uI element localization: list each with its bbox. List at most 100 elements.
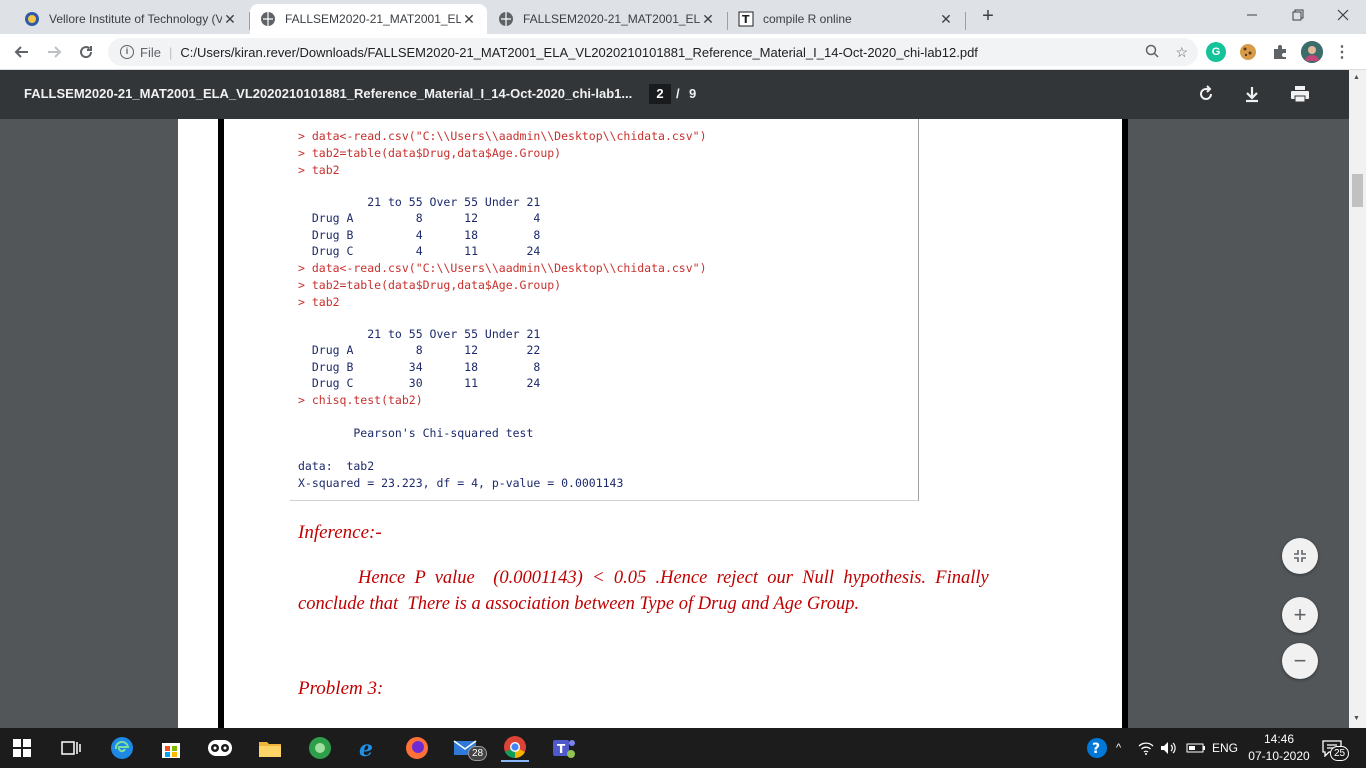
scroll-down-icon[interactable]: ▼ xyxy=(1353,715,1360,722)
console-line: Drug C 4 11 24 xyxy=(298,244,541,258)
console-line: X-squared = 23.223, df = 4, p-value = 0.… xyxy=(298,476,624,490)
close-icon xyxy=(1337,9,1349,21)
fit-page-button[interactable] xyxy=(1282,538,1318,574)
restore-icon xyxy=(1292,9,1304,21)
puzzle-icon[interactable] xyxy=(1270,42,1290,62)
back-arrow-icon xyxy=(14,46,28,58)
close-tab-icon[interactable]: ✕ xyxy=(938,11,954,28)
info-icon[interactable]: i xyxy=(120,45,134,59)
svg-text:e: e xyxy=(359,736,373,760)
problem-heading: Problem 3: xyxy=(298,678,384,699)
rotate-icon[interactable] xyxy=(1196,84,1216,104)
console-line: Drug B 4 18 8 xyxy=(298,228,541,242)
tab-pdf-2[interactable]: FALLSEM2020-21_MAT2001_ELA_ ✕ xyxy=(488,4,726,34)
tab-title: FALLSEM2020-21_MAT2001_ELA_ xyxy=(523,12,700,26)
windows-logo-icon xyxy=(13,739,31,757)
battery-icon[interactable] xyxy=(1186,728,1206,768)
inference-heading: Inference:- xyxy=(298,522,382,543)
store-icon[interactable] xyxy=(157,734,185,762)
tab-vit[interactable]: Vellore Institute of Technology (V ✕ xyxy=(14,4,248,34)
grammarly-icon[interactable]: G xyxy=(1206,42,1226,62)
task-view-button[interactable] xyxy=(57,734,85,762)
volume-icon[interactable] xyxy=(1160,728,1178,768)
forward-button[interactable] xyxy=(42,40,66,64)
page-number-input[interactable]: 2 xyxy=(649,84,671,104)
zoom-icon[interactable] xyxy=(1145,44,1159,61)
menu-dots-icon[interactable]: ⋮ xyxy=(1332,42,1352,62)
notifications-badge: 25 xyxy=(1330,746,1350,761)
url-text[interactable]: C:/Users/kiran.rever/Downloads/FALLSEM20… xyxy=(180,45,978,60)
tab-strip: Vellore Institute of Technology (V ✕ FAL… xyxy=(0,0,1366,34)
page-border-right xyxy=(1122,119,1128,728)
console-line: > tab2 xyxy=(298,163,340,177)
page-scrollbar[interactable]: ▲ ▼ xyxy=(1349,70,1366,728)
cookie-icon[interactable] xyxy=(1238,42,1258,62)
reload-button[interactable] xyxy=(74,40,98,64)
language-indicator[interactable]: ENG xyxy=(1212,728,1238,768)
bookmark-star-icon[interactable]: ☆ xyxy=(1175,44,1188,61)
svg-text:T: T xyxy=(557,742,566,756)
task-view-icon xyxy=(61,741,81,755)
close-tab-icon[interactable]: ✕ xyxy=(461,11,477,28)
t-icon: T xyxy=(738,11,754,27)
address-divider: | xyxy=(168,44,173,60)
tab-divider xyxy=(965,12,966,30)
console-line: > data<-read.csv("C:\\Users\\aadmin\\Des… xyxy=(298,129,707,143)
globe-icon xyxy=(498,11,514,27)
tripadvisor-icon[interactable] xyxy=(206,734,234,762)
firefox-icon[interactable] xyxy=(403,734,431,762)
address-bar[interactable]: i File | C:/Users/kiran.rever/Downloads/… xyxy=(108,38,1198,66)
restore-button[interactable] xyxy=(1275,0,1321,30)
download-icon[interactable] xyxy=(1242,84,1262,104)
console-line: Pearson's Chi-squared test xyxy=(298,426,534,440)
file-explorer-icon[interactable] xyxy=(256,734,284,762)
svg-text:?: ? xyxy=(1092,741,1100,757)
tab-pdf-active[interactable]: FALLSEM2020-21_MAT2001_ELA_ ✕ xyxy=(250,4,487,34)
close-tab-icon[interactable]: ✕ xyxy=(222,11,238,28)
notifications-icon[interactable]: 25 xyxy=(1322,728,1350,768)
pdf-title: FALLSEM2020-21_MAT2001_ELA_VL20202101018… xyxy=(24,86,633,101)
edge-icon[interactable] xyxy=(108,734,136,762)
help-icon[interactable]: ? xyxy=(1086,728,1108,768)
pdf-viewer-toolbar: FALLSEM2020-21_MAT2001_ELA_VL20202101018… xyxy=(0,70,1366,119)
wifi-icon[interactable] xyxy=(1138,728,1154,768)
teams-icon[interactable]: T xyxy=(550,734,578,762)
app-green-icon[interactable] xyxy=(306,734,334,762)
mail-badge: 28 xyxy=(468,746,488,761)
svg-text:T: T xyxy=(742,13,750,26)
page-total: 9 xyxy=(689,86,697,101)
console-line: > tab2=table(data$Drug,data$Age.Group) xyxy=(298,146,562,160)
back-button[interactable] xyxy=(10,40,34,64)
pdf-document-area[interactable]: > data<-read.csv("C:\\Users\\aadmin\\Des… xyxy=(0,119,1366,728)
browser-toolbar: i File | C:/Users/kiran.rever/Downloads/… xyxy=(0,34,1366,70)
new-tab-button[interactable]: + xyxy=(978,6,998,26)
globe-icon xyxy=(260,11,276,27)
page-separator: / xyxy=(676,86,680,101)
scrollbar-thumb[interactable] xyxy=(1352,174,1363,207)
scheme-label: File xyxy=(140,44,161,60)
console-line: Drug A 8 12 4 xyxy=(298,211,541,225)
scroll-up-icon[interactable]: ▲ xyxy=(1353,74,1360,81)
clock-time: 14:46 xyxy=(1263,732,1295,746)
fit-page-icon xyxy=(1294,550,1306,562)
internet-explorer-icon[interactable]: e xyxy=(355,734,383,762)
tab-compile-r[interactable]: T compile R online ✕ xyxy=(728,4,964,34)
clock-date: 07-10-2020 xyxy=(1248,749,1310,763)
close-window-button[interactable] xyxy=(1320,0,1366,30)
zoom-out-button[interactable]: − xyxy=(1282,643,1318,679)
minimize-button[interactable] xyxy=(1229,0,1275,30)
console-line: 21 to 55 Over 55 Under 21 xyxy=(298,195,541,209)
close-tab-icon[interactable]: ✕ xyxy=(700,11,716,28)
show-hidden-icons[interactable]: ^ xyxy=(1116,728,1121,768)
system-clock[interactable]: 14:46 07-10-2020 xyxy=(1244,731,1314,765)
start-button[interactable] xyxy=(8,734,36,762)
mail-icon[interactable]: 28 xyxy=(452,734,488,762)
zoom-in-button[interactable]: + xyxy=(1282,597,1318,633)
print-icon[interactable] xyxy=(1290,84,1310,104)
vit-icon xyxy=(24,11,40,27)
inference-paragraph-line2: conclude that There is a association bet… xyxy=(298,594,860,614)
profile-avatar[interactable] xyxy=(1301,41,1323,63)
chrome-icon[interactable] xyxy=(501,734,529,762)
tab-title: compile R online xyxy=(763,12,852,26)
tab-title: Vellore Institute of Technology (V xyxy=(49,12,222,26)
